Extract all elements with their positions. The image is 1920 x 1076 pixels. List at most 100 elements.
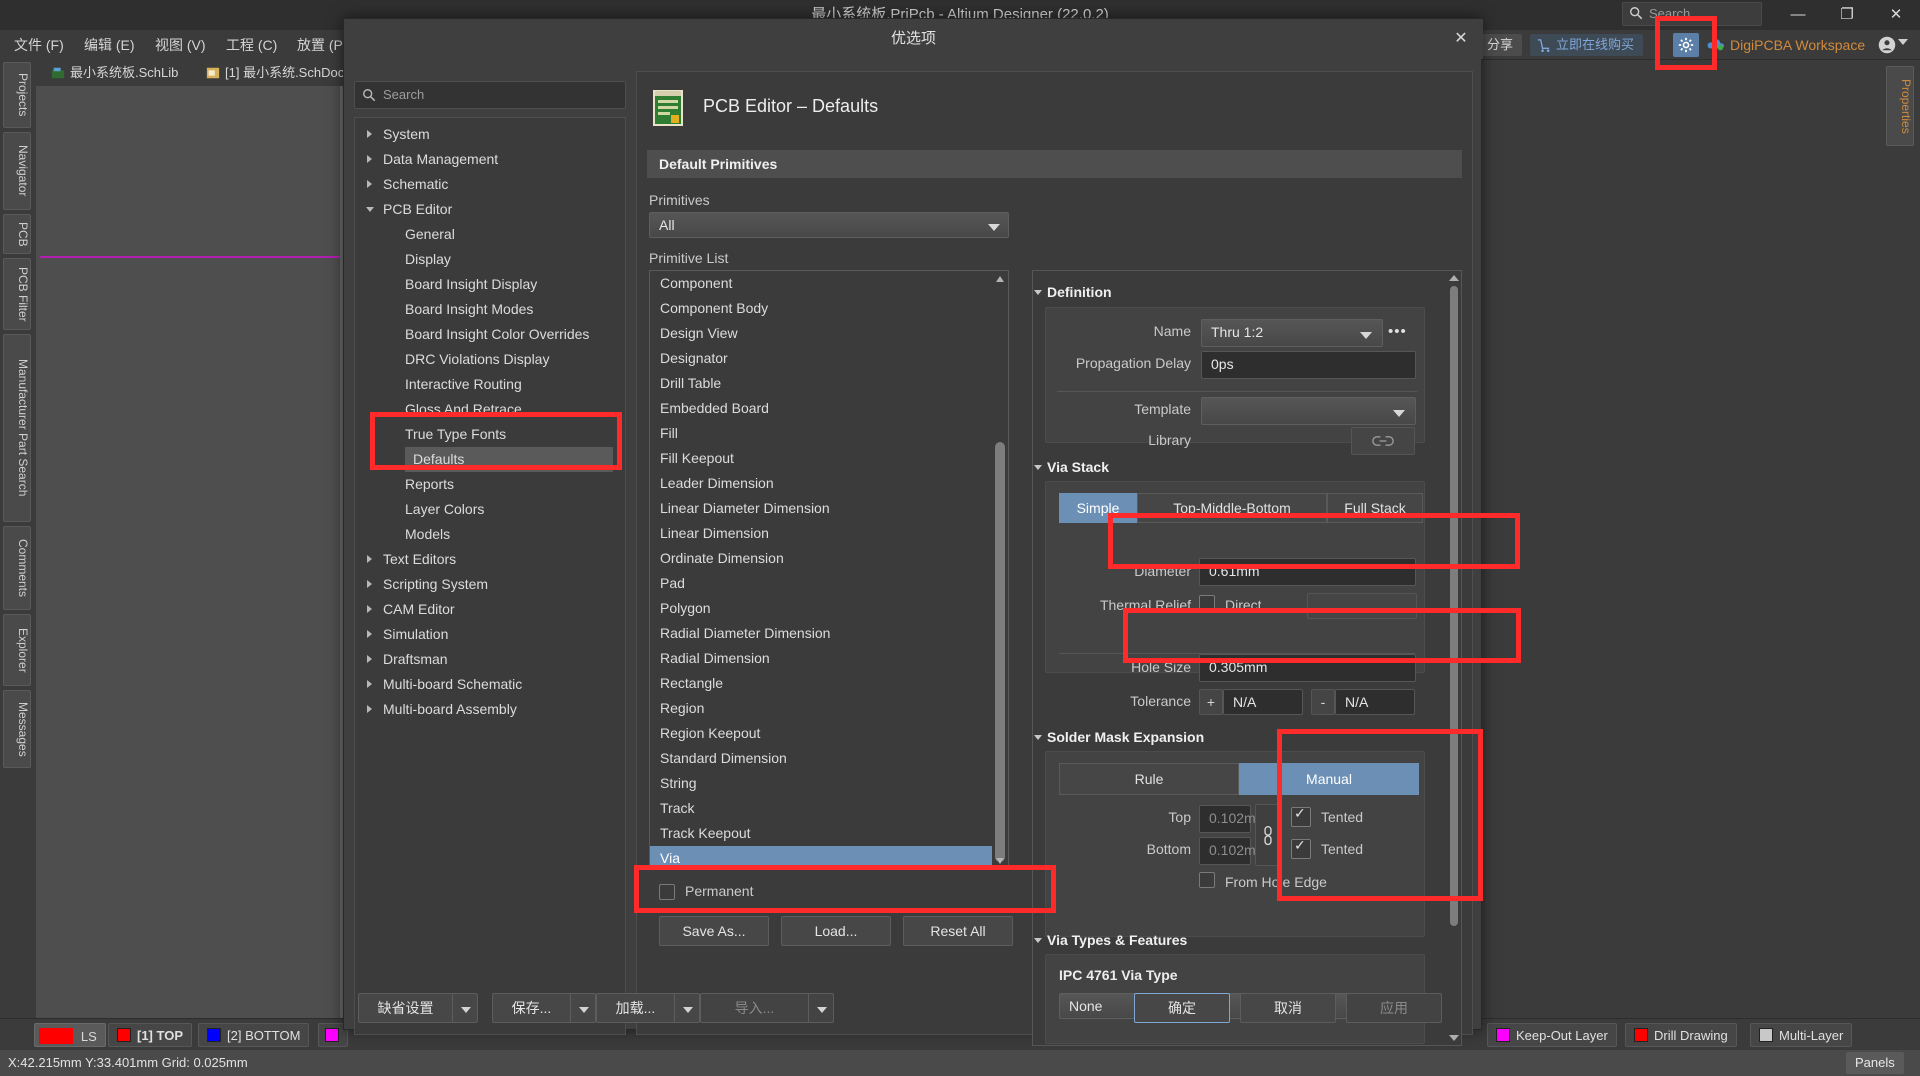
doctab-schlib[interactable]: 最小系统板.SchLib [46, 62, 186, 84]
solder-mask-group-header[interactable]: Solder Mask Expansion [1034, 729, 1204, 745]
detail-panel-scrollbar[interactable] [1448, 272, 1460, 1044]
scroll-down-arrow-icon[interactable] [996, 858, 1004, 864]
scroll-down-arrow-icon[interactable] [1449, 1035, 1459, 1041]
scroll-up-arrow-icon[interactable] [996, 276, 1004, 282]
solder-mask-link-toggle[interactable] [1255, 804, 1281, 866]
list-item[interactable]: Radial Dimension [650, 646, 1008, 671]
template-combo[interactable] [1201, 397, 1416, 425]
tree-item-gloss-and-retrace[interactable]: Gloss And Retrace [355, 397, 625, 422]
tree-item-draftsman[interactable]: Draftsman [355, 647, 625, 672]
via-types-group-header[interactable]: Via Types & Features [1034, 932, 1187, 948]
layer-tab-drill-drawing[interactable]: Drill Drawing [1625, 1023, 1737, 1047]
import-button[interactable]: 导入... [700, 993, 808, 1023]
list-item[interactable]: Rectangle [650, 671, 1008, 696]
tolerance-minus-input[interactable]: N/A [1335, 689, 1415, 715]
permanent-checkbox[interactable] [659, 884, 675, 900]
preferences-search-input[interactable]: Search [354, 81, 626, 109]
list-item[interactable]: Design View [650, 321, 1008, 346]
solder-mask-bottom-input[interactable]: 0.102m [1199, 837, 1256, 865]
load-split-button[interactable]: 加载... [596, 993, 700, 1023]
import-dropdown-arrow[interactable] [808, 993, 834, 1023]
menu-file[interactable]: 文件 (F) [4, 30, 74, 60]
load-dropdown-arrow[interactable] [674, 993, 700, 1023]
diameter-input[interactable]: 0.61mm [1199, 558, 1416, 586]
list-item[interactable]: Drill Table [650, 371, 1008, 396]
window-maximize-button[interactable]: ❐ [1824, 0, 1870, 30]
cancel-button[interactable]: 取消 [1240, 993, 1336, 1023]
tree-item-board-insight-modes[interactable]: Board Insight Modes [355, 297, 625, 322]
tree-item-simulation[interactable]: Simulation [355, 622, 625, 647]
preferences-tree[interactable]: System Data Management Schematic PCB Edi… [354, 117, 626, 1035]
tree-item-scripting-system[interactable]: Scripting System [355, 572, 625, 597]
layer-tab-keepout[interactable]: Keep-Out Layer [1487, 1023, 1617, 1047]
layer-set-selector[interactable]: LS [34, 1023, 106, 1047]
via-stack-mode-full-stack[interactable]: Full Stack [1327, 493, 1423, 523]
solder-mask-top-input[interactable]: 0.102m [1199, 805, 1256, 833]
load-button[interactable]: Load... [781, 916, 891, 946]
from-hole-edge-checkbox[interactable] [1199, 872, 1215, 888]
menu-edit[interactable]: 编辑 (E) [74, 30, 145, 60]
load-footer-button[interactable]: 加载... [596, 993, 674, 1023]
via-name-combo[interactable]: Thru 1:2 [1201, 319, 1383, 347]
library-link-button[interactable] [1351, 427, 1415, 455]
import-split-button[interactable]: 导入... [700, 993, 834, 1023]
definition-group-header[interactable]: Definition [1034, 284, 1112, 300]
preferences-gear-button[interactable] [1673, 33, 1699, 57]
tree-item-system[interactable]: System [355, 122, 625, 147]
via-stack-mode-top-middle-bottom[interactable]: Top-Middle-Bottom [1137, 493, 1327, 523]
solder-mask-mode-rule[interactable]: Rule [1059, 763, 1239, 795]
list-item[interactable]: Leader Dimension [650, 471, 1008, 496]
global-search-input[interactable]: Search [1622, 2, 1762, 26]
sidebar-tab-properties[interactable]: Properties [1886, 66, 1914, 146]
sidebar-tab-explorer[interactable]: Explorer [3, 614, 31, 686]
list-item[interactable]: Region Keepout [650, 721, 1008, 746]
list-item[interactable]: Embedded Board [650, 396, 1008, 421]
ok-button[interactable]: 确定 [1134, 993, 1230, 1023]
list-item[interactable]: Component [650, 271, 1008, 296]
tree-item-reports[interactable]: Reports [355, 472, 625, 497]
window-minimize-button[interactable]: — [1775, 0, 1821, 30]
list-item[interactable]: Radial Diameter Dimension [650, 621, 1008, 646]
list-item[interactable]: String [650, 771, 1008, 796]
tree-item-drc-violations-display[interactable]: DRC Violations Display [355, 347, 625, 372]
save-as-button[interactable]: Save As... [659, 916, 769, 946]
tree-item-text-editors[interactable]: Text Editors [355, 547, 625, 572]
tree-item-display[interactable]: Display [355, 247, 625, 272]
sidebar-tab-projects[interactable]: Projects [3, 62, 31, 128]
doctab-schdoc[interactable]: [1] 最小系统.SchDoc [201, 62, 352, 84]
list-item[interactable]: Polygon [650, 596, 1008, 621]
tented-bottom-checkbox[interactable] [1291, 837, 1311, 859]
sidebar-tab-pcb[interactable]: PCB [3, 214, 31, 254]
thermal-relief-direct-checkbox[interactable] [1199, 595, 1215, 611]
scrollbar-thumb[interactable] [995, 442, 1005, 862]
preferences-close-button[interactable]: ✕ [1447, 25, 1475, 53]
tree-item-pcb-editor[interactable]: PCB Editor [355, 197, 625, 222]
list-item[interactable]: Fill Keepout [650, 446, 1008, 471]
defaults-dropdown-arrow[interactable] [452, 993, 478, 1023]
tree-item-layer-colors[interactable]: Layer Colors [355, 497, 625, 522]
via-stack-group-header[interactable]: Via Stack [1034, 459, 1109, 475]
list-item[interactable]: Pad [650, 571, 1008, 596]
primitive-list-scrollbar[interactable] [993, 272, 1007, 868]
via-name-more-button[interactable]: ••• [1388, 323, 1407, 340]
tree-item-multi-board-assembly[interactable]: Multi-board Assembly [355, 697, 625, 722]
tree-item-general[interactable]: General [355, 222, 625, 247]
tree-item-multi-board-schematic[interactable]: Multi-board Schematic [355, 672, 625, 697]
layer-tab-bottom[interactable]: [2] BOTTOM [198, 1023, 310, 1047]
list-item[interactable]: Designator [650, 346, 1008, 371]
via-stack-mode-simple[interactable]: Simple [1059, 493, 1137, 523]
list-item[interactable]: Region [650, 696, 1008, 721]
list-item[interactable]: Component Body [650, 296, 1008, 321]
sidebar-tab-navigator[interactable]: Navigator [3, 132, 31, 210]
sidebar-tab-comments[interactable]: Comments [3, 526, 31, 610]
sidebar-tab-messages[interactable]: Messages [3, 690, 31, 768]
tree-item-interactive-routing[interactable]: Interactive Routing [355, 372, 625, 397]
primitive-list[interactable]: Component Component Body Design View Des… [649, 270, 1009, 870]
schematic-canvas[interactable] [36, 86, 340, 1018]
sidebar-tab-manufacturer-part-search[interactable]: Manufacturer Part Search [3, 334, 31, 522]
list-item[interactable]: Linear Diameter Dimension [650, 496, 1008, 521]
tree-item-cam-editor[interactable]: CAM Editor [355, 597, 625, 622]
list-item[interactable]: Track [650, 796, 1008, 821]
reset-all-button[interactable]: Reset All [903, 916, 1013, 946]
primitives-filter-combo[interactable]: All [649, 212, 1009, 238]
